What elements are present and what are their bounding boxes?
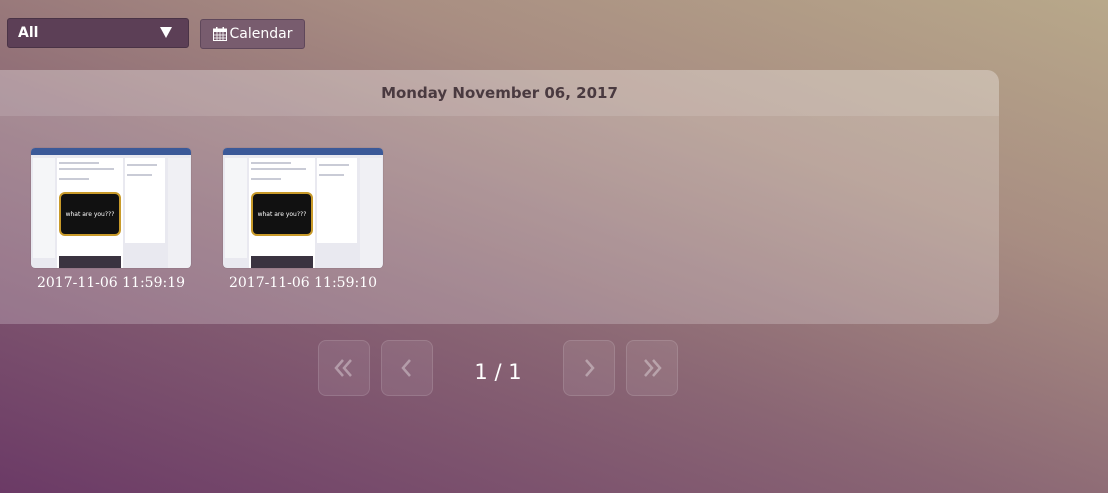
first-page-button[interactable] [318,340,370,396]
screenshot-thumbnail[interactable]: what are you??? [31,148,191,268]
filter-selected-value: All [18,25,39,41]
screenshot-thumbnail[interactable]: what are you??? [223,148,383,268]
screenshot-timestamp: 2017-11-06 11:59:10 [228,275,378,291]
screenshot-timestamp: 2017-11-06 11:59:19 [36,275,186,291]
dropdown-arrow-icon [160,27,172,38]
previous-page-icon [401,359,411,377]
screenshot-item[interactable]: what are you??? 2017-11-06 11:59:19 [31,148,191,291]
thumbnail-image-caption: what are you??? [251,192,313,236]
previous-page-button[interactable] [381,340,433,396]
page-indicator: 1 / 1 [474,360,522,384]
first-page-icon [334,359,352,377]
screenshot-item[interactable]: what are you??? 2017-11-06 11:59:10 [223,148,383,291]
screenshot-day-group: Monday November 06, 2017 what are you???… [0,70,999,324]
last-page-button[interactable] [626,340,678,396]
filter-dropdown[interactable]: All [7,18,189,48]
thumbnail-image-caption: what are you??? [59,192,121,236]
calendar-icon [212,27,227,41]
calendar-button-label: Calendar [229,26,293,42]
calendar-button[interactable]: Calendar [200,19,305,49]
date-header: Monday November 06, 2017 [0,70,999,116]
next-page-icon [585,359,595,377]
next-page-button[interactable] [563,340,615,396]
last-page-icon [644,359,662,377]
